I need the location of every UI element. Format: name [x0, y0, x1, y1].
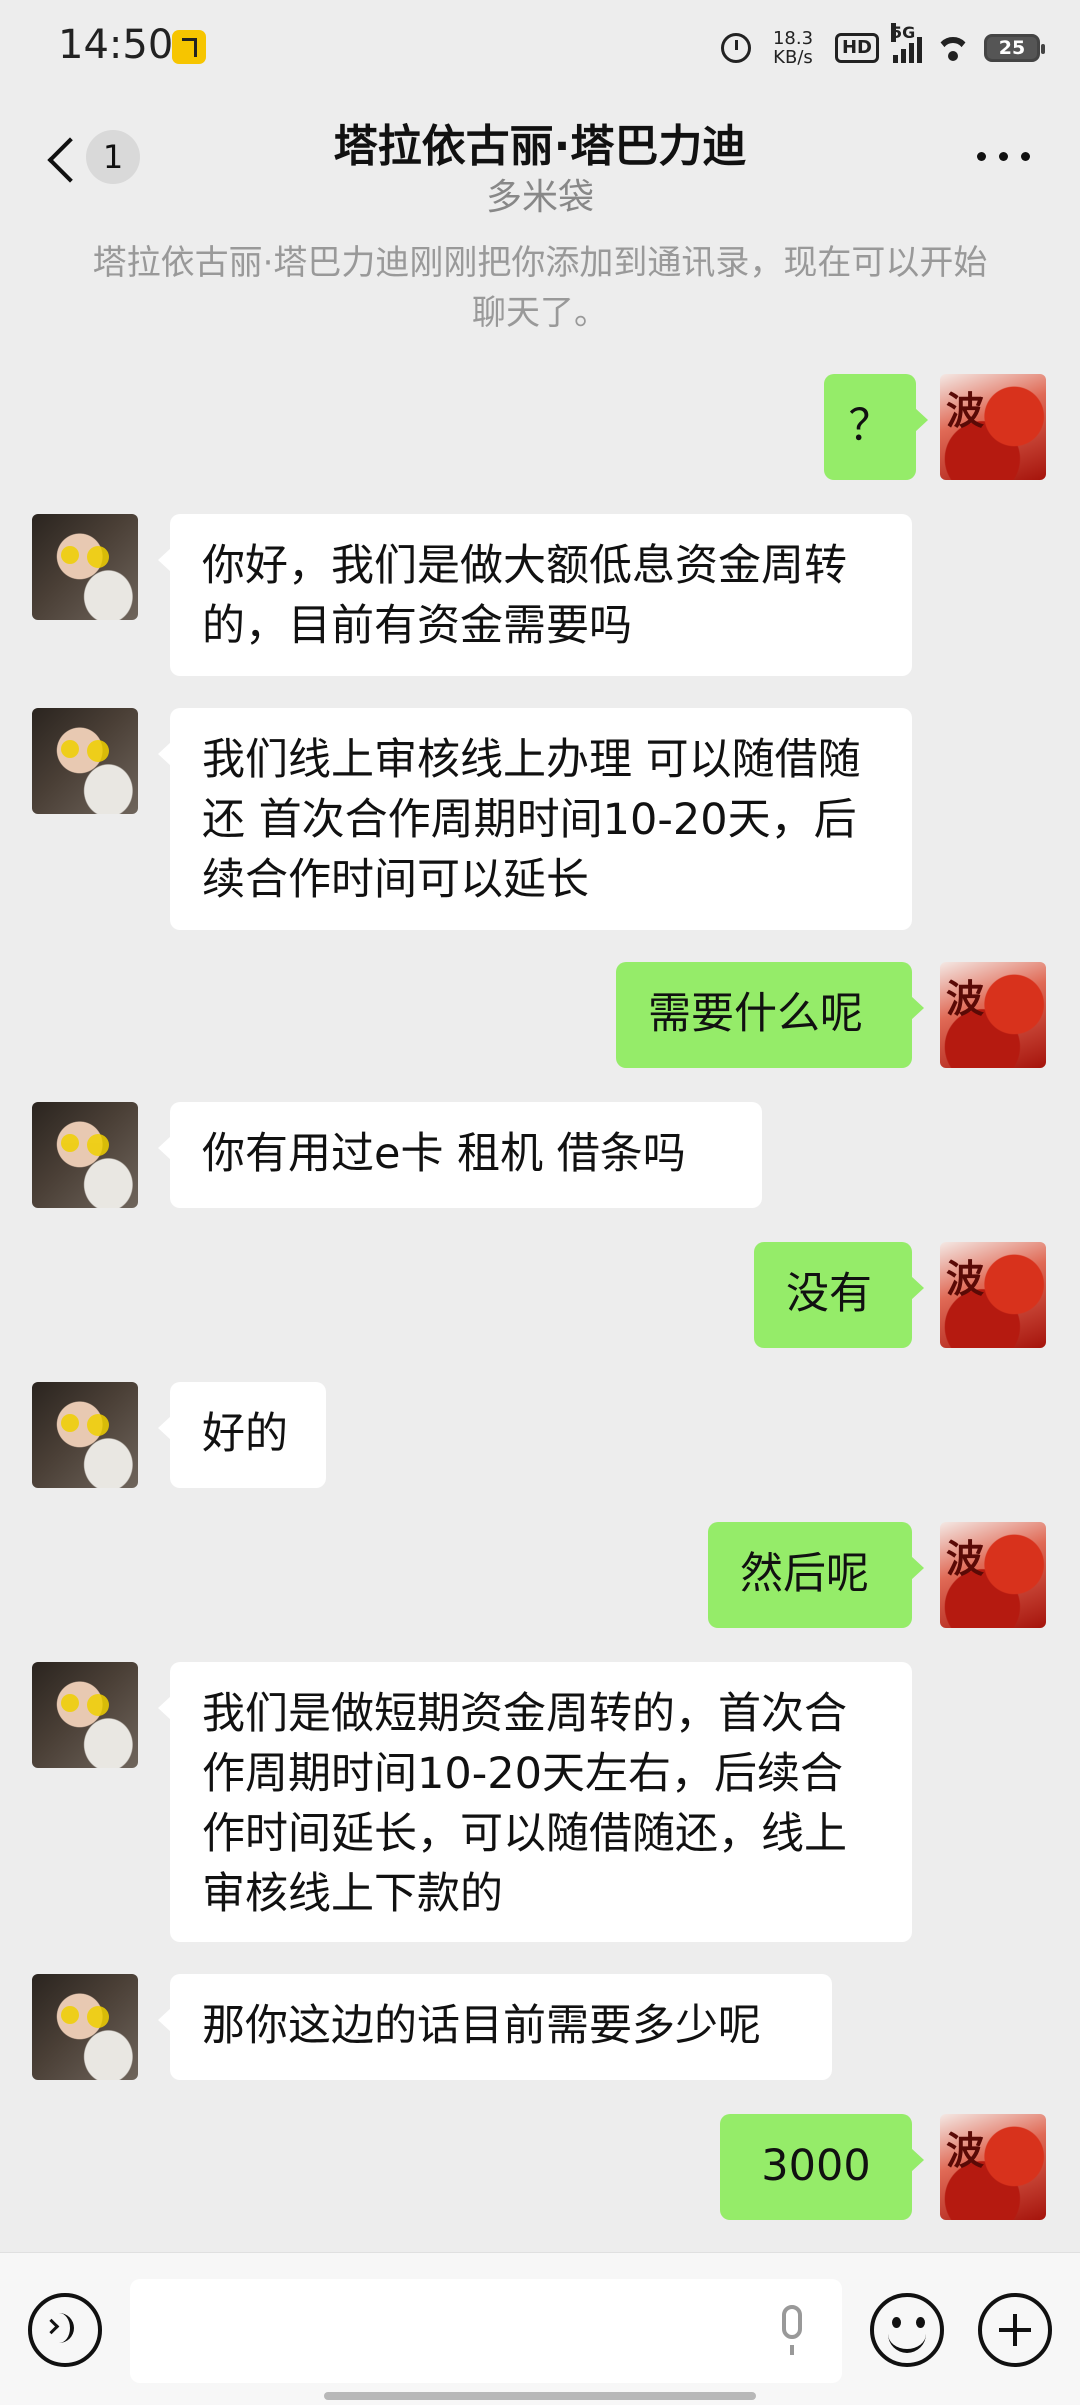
hd-icon: HD — [834, 33, 879, 63]
received-message-bubble[interactable]: 我们线上审核线上办理 可以随借随还 首次合作周期时间10-20天，后续合作时间可… — [158, 708, 912, 930]
contact-avatar[interactable] — [32, 514, 138, 620]
my-avatar[interactable]: 波 — [940, 1242, 1046, 1348]
wifi-icon — [936, 35, 970, 61]
signal-icon: 5G — [891, 23, 922, 63]
sent-message-bubble[interactable]: 3000 — [720, 2114, 924, 2220]
chat-subtitle: 多米袋 — [485, 177, 594, 218]
home-indicator[interactable] — [324, 2392, 756, 2400]
chat-title: 塔拉依古丽·塔巴力迪 — [333, 121, 747, 172]
received-message-bubble[interactable]: 你好，我们是做大额低息资金周转的，目前有资金需要吗 — [158, 514, 912, 676]
contact-avatar[interactable] — [32, 1974, 138, 2080]
sent-message-bubble[interactable]: 然后呢 — [708, 1522, 924, 1628]
alarm-icon — [720, 33, 751, 63]
my-avatar[interactable]: 波 — [940, 962, 1046, 1068]
status-icons: 18.3 KB/s HD 5G 25 — [720, 23, 1045, 72]
voice-input-icon[interactable] — [28, 2293, 102, 2367]
sent-message-bubble[interactable]: 没有 — [754, 1242, 924, 1348]
my-avatar[interactable]: 波 — [940, 374, 1046, 480]
status-time: 14:50 — [58, 22, 174, 68]
contact-avatar[interactable] — [32, 708, 138, 814]
network-speed-unit: KB/s — [773, 47, 813, 68]
status-bar: 14:50 18.3 KB/s HD 5G 25 — [0, 0, 1080, 96]
received-message-bubble[interactable]: 我们是做短期资金周转的，首次合作周期时间10-20天左右，后续合作时间延长，可以… — [158, 1662, 912, 1942]
sent-message-bubble[interactable]: 需要什么呢 — [616, 962, 924, 1068]
add-more-icon[interactable] — [978, 2293, 1052, 2367]
app-notification-icon — [172, 30, 206, 64]
received-message-bubble[interactable]: 你有用过e卡 租机 借条吗 — [158, 1102, 762, 1208]
network-speed: 18.3 KB/s — [765, 29, 821, 67]
received-message-bubble[interactable]: 那你这边的话目前需要多少呢 — [158, 1974, 832, 2080]
battery-icon: 25 — [984, 34, 1045, 62]
system-notice: 塔拉依古丽·塔巴力迪刚刚把你添加到通讯录，现在可以开始聊天了。 — [92, 243, 988, 333]
contact-avatar[interactable] — [32, 1102, 138, 1208]
my-avatar[interactable]: 波 — [940, 2114, 1046, 2220]
message-input[interactable] — [130, 2279, 842, 2383]
more-options-icon[interactable] — [977, 152, 1030, 161]
my-avatar[interactable]: 波 — [940, 1522, 1046, 1628]
network-speed-value: 18.3 — [772, 28, 814, 49]
contact-avatar[interactable] — [32, 1382, 138, 1488]
chat-header: 1 塔拉依古丽·塔巴力迪 多米袋 — [0, 96, 1080, 228]
emoji-icon[interactable] — [870, 2293, 944, 2367]
network-type: 5G — [891, 23, 916, 42]
microphone-icon[interactable] — [782, 2305, 802, 2355]
input-bar — [0, 2252, 1080, 2405]
sent-message-bubble[interactable]: ？ — [824, 374, 928, 480]
received-message-bubble[interactable]: 好的 — [158, 1382, 326, 1488]
contact-avatar[interactable] — [32, 1662, 138, 1768]
